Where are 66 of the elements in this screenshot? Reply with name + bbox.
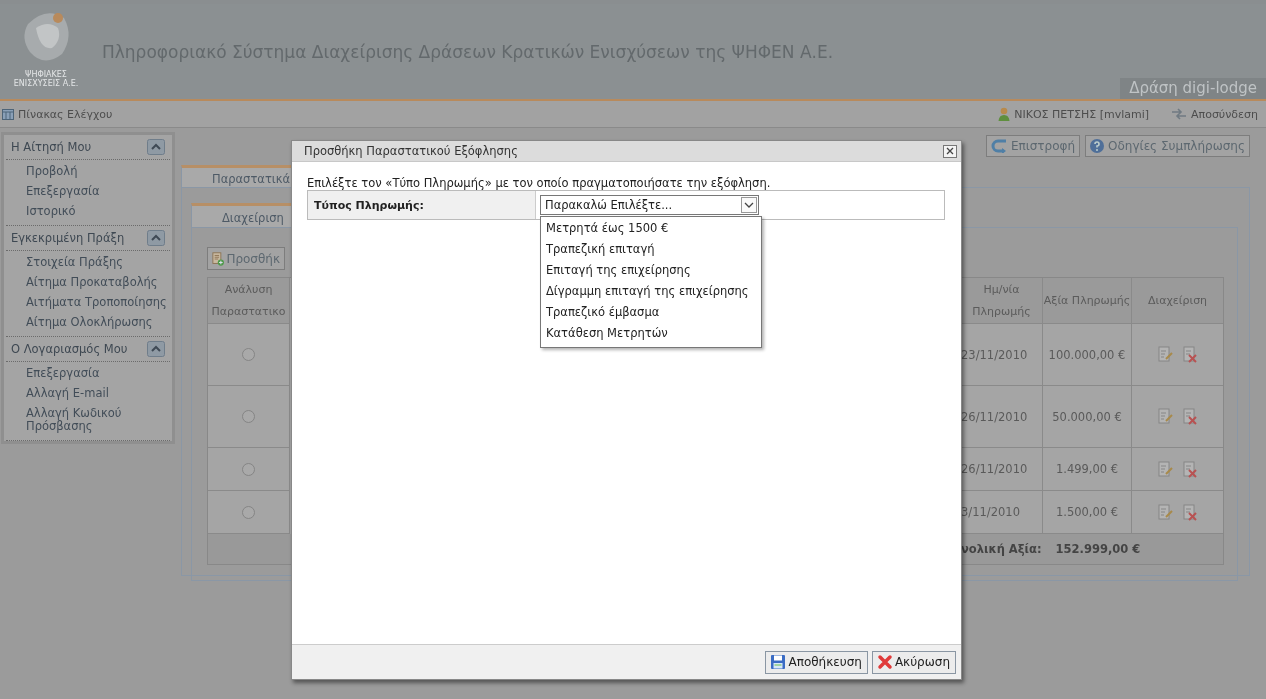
radio-button[interactable]	[242, 410, 255, 423]
table-cell: 100.000,00 €	[1043, 324, 1132, 386]
dropdown-option[interactable]: Τραπεζικό έμβασμα	[541, 302, 761, 323]
total-label: νολική Αξία:	[961, 542, 1042, 556]
cancel-button[interactable]: Ακύρωση	[871, 650, 956, 674]
dropdown-option[interactable]: Μετρητά έως 1500 €	[541, 218, 761, 239]
logout-icon	[1171, 108, 1187, 120]
sidebar-item[interactable]: Προβολή	[6, 162, 170, 182]
edit-icon[interactable]	[1157, 346, 1173, 363]
section-title: Εγκεκριμένη Πράξη	[11, 231, 125, 245]
field-label: Τύπος Πληρωμής:	[314, 198, 424, 212]
add-button[interactable]: Προσθήκ	[207, 247, 285, 270]
column-header: Ημ/νία Πληρωμής	[961, 278, 1043, 324]
sidebar-item[interactable]: Αίτημα Ολοκλήρωσης	[6, 313, 170, 333]
delete-icon[interactable]	[1182, 460, 1198, 478]
radio-button[interactable]	[242, 505, 255, 519]
total-value: 152.999,00 €	[1055, 542, 1141, 556]
edit-icon[interactable]	[1157, 408, 1173, 425]
dashboard-icon	[2, 108, 14, 120]
column-header: Ανάλυση Παραστατικο	[208, 278, 290, 324]
sidebar-item[interactable]: Επεξεργασία	[6, 364, 170, 384]
user-name: ΝΙΚΟΣ ΠΕΤΣΗΣ [mvlami]	[1014, 107, 1149, 121]
sidebar-item[interactable]: Ιστορικό	[6, 202, 170, 222]
cancel-icon	[876, 654, 893, 670]
save-button[interactable]: Αποθήκευση	[765, 650, 868, 674]
sidebar-item[interactable]: Αίτημα Προκαταβολής	[6, 273, 170, 293]
logo-text: ΕΝΙΣΧΥΣΕΙΣ Α.Ε.	[13, 79, 79, 88]
sidebar-item[interactable]: Αλλαγή E-mail	[6, 384, 170, 404]
edit-icon[interactable]	[1157, 460, 1173, 478]
action-name: Δράση digi-lodge	[1120, 78, 1266, 99]
delete-icon[interactable]	[1182, 346, 1198, 363]
radio-button[interactable]	[242, 462, 255, 476]
collapse-icon[interactable]	[147, 341, 165, 357]
sidebar-item[interactable]: Στοιχεία Πράξης	[6, 253, 170, 273]
delete-icon[interactable]	[1182, 503, 1198, 521]
payment-type-dropdown[interactable]: Παρακαλώ Επιλέξτε...	[540, 195, 759, 215]
table-cell: 50.000,00 €	[1043, 386, 1132, 448]
table-cell: 1.499,00 €	[1043, 448, 1132, 491]
column-header: Διαχείριση	[1132, 278, 1223, 324]
return-button[interactable]: Επιστροφή	[985, 135, 1081, 157]
collapse-icon[interactable]	[147, 230, 165, 246]
dropdown-option[interactable]: Κατάθεση Μετρητών	[541, 323, 761, 344]
help-button[interactable]: Οδηγίες Συμπλήρωσης	[1085, 135, 1250, 157]
logo-text: ΨΗΦΙΑΚΕΣ	[25, 70, 67, 79]
close-button[interactable]	[943, 144, 957, 158]
logout-link[interactable]: Αποσύνδεση	[1191, 107, 1258, 121]
delete-icon[interactable]	[1182, 408, 1198, 425]
sidebar-item[interactable]: Αιτήματα Τροποποίησης	[6, 293, 170, 313]
help-icon	[1089, 138, 1106, 154]
dropdown-option[interactable]: Επιταγή της επιχείρησης	[541, 260, 761, 281]
edit-icon[interactable]	[1157, 503, 1173, 521]
dialog-title: Προσθήκη Παραστατικού Εξόφλησης	[304, 144, 518, 158]
add-document-icon	[212, 250, 225, 267]
column-header: Αξία Πληρωμής	[1043, 278, 1132, 324]
collapse-icon[interactable]	[147, 139, 165, 155]
dropdown-option[interactable]: Τραπεζική επιταγή	[541, 239, 761, 260]
user-icon	[998, 107, 1011, 121]
return-arrow-icon	[989, 139, 1008, 153]
radio-button[interactable]	[242, 348, 255, 361]
dashboard-link[interactable]: Πίνακας Ελέγχου	[18, 107, 113, 121]
chevron-down-icon	[741, 197, 757, 213]
section-title: Ο Λογαριασμός Μου	[11, 342, 128, 356]
dropdown-option[interactable]: Δίγραμμη επιταγή της επιχείρησης	[541, 281, 761, 302]
section-title: Η Αίτησή Μου	[11, 140, 92, 154]
sidebar-item[interactable]: Επεξεργασία	[6, 182, 170, 202]
sidebar-item[interactable]: Αλλαγή Κωδικού Πρόσβασης	[6, 404, 170, 437]
